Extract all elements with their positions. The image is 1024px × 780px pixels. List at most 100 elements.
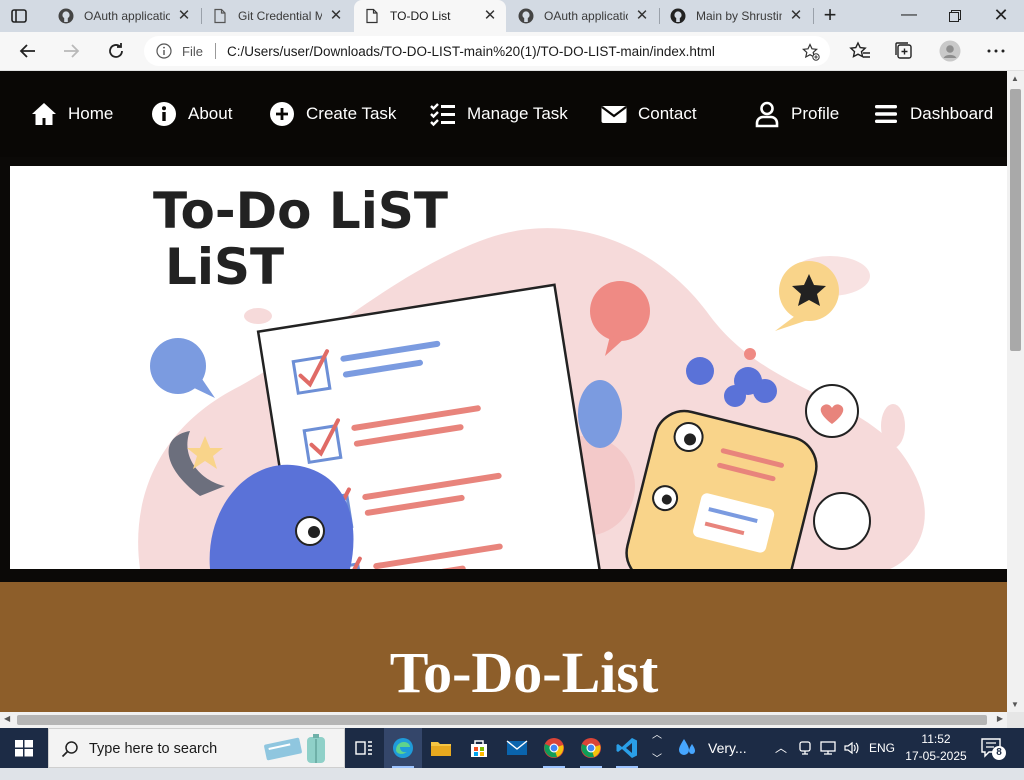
new-tab-button[interactable]: + — [818, 4, 842, 28]
task-view-icon — [353, 737, 375, 759]
store-icon — [468, 737, 490, 759]
url-text[interactable]: C:/Users/user/Downloads/TO-DO-LIST-main%… — [227, 44, 715, 59]
volume-icon[interactable] — [843, 740, 859, 756]
scrollbar-thumb[interactable] — [17, 715, 987, 725]
menu-icon — [872, 100, 900, 128]
tab-oauth-2[interactable]: OAuth applicatio ✕ — [508, 0, 658, 32]
scrollbar-corner — [1007, 712, 1024, 728]
document-icon — [212, 8, 228, 24]
hero-title-line1: To-Do LiST — [153, 182, 448, 240]
clock-date: 17-05-2025 — [904, 748, 968, 765]
github-icon — [58, 8, 74, 24]
windows-taskbar: Type here to search ︿ ﹀ Very... ︿ — [0, 728, 1024, 768]
nav-label: Dashboard — [910, 104, 993, 124]
taskbar-store[interactable] — [460, 728, 498, 768]
nav-create-task[interactable]: Create Task — [268, 99, 396, 129]
more-options-icon[interactable] — [985, 40, 1007, 62]
windows-logo-icon — [0, 728, 48, 768]
taskbar-vscode[interactable] — [608, 728, 646, 768]
address-divider — [215, 43, 216, 59]
show-hidden-icons[interactable]: ︿ — [772, 728, 790, 768]
tab-actions-icon[interactable] — [10, 7, 28, 25]
nav-profile[interactable]: Profile — [753, 99, 839, 129]
mail-icon — [506, 737, 528, 759]
tab-title: Git Credential M — [238, 9, 322, 23]
forward-icon[interactable] — [60, 40, 82, 62]
tab-divider — [813, 8, 814, 24]
system-clock[interactable]: 11:52 17-05-2025 — [904, 731, 968, 765]
vscode-icon — [616, 737, 638, 759]
minimize-button[interactable]: — — [886, 0, 932, 32]
taskbar-chrome-1[interactable] — [535, 728, 573, 768]
info-icon — [150, 100, 178, 128]
chevron-down-icon[interactable]: ﹀ — [652, 740, 662, 780]
info-icon[interactable] — [156, 43, 172, 59]
close-icon[interactable]: ✕ — [788, 8, 804, 24]
page-viewport: Home About Create Task Manage Task Conta… — [0, 71, 1007, 712]
taskbar-scroll-arrows[interactable]: ︿ ﹀ — [648, 728, 664, 768]
nav-dashboard[interactable]: Dashboard — [872, 99, 993, 129]
taskbar-mail[interactable] — [498, 728, 536, 768]
address-bar[interactable]: File C:/Users/user/Downloads/TO-DO-LIST-… — [144, 36, 830, 66]
intro-section: To-Do-List — [0, 582, 1007, 712]
github-icon — [518, 8, 534, 24]
scrollbar-thumb[interactable] — [1010, 89, 1021, 351]
refresh-icon[interactable] — [105, 40, 127, 62]
nav-contact[interactable]: Contact — [600, 99, 697, 129]
language-indicator[interactable]: ENG — [866, 728, 898, 768]
weather-widget[interactable]: Very... — [668, 728, 768, 768]
start-button[interactable] — [0, 728, 48, 768]
task-view-button[interactable] — [345, 728, 383, 768]
back-icon[interactable] — [17, 40, 39, 62]
hero-banner: To-Do LiST LiST — [10, 166, 1007, 569]
scroll-right-icon[interactable]: ▶ — [997, 714, 1003, 723]
scroll-left-icon[interactable]: ◀ — [4, 714, 10, 723]
notification-badge: 8 — [992, 746, 1006, 760]
search-highlight-image — [261, 733, 341, 765]
close-icon[interactable]: ✕ — [176, 8, 192, 24]
nav-label: Manage Task — [467, 104, 568, 124]
taskbar-chrome-2[interactable] — [572, 728, 610, 768]
close-icon[interactable]: ✕ — [482, 8, 498, 24]
taskbar-edge[interactable] — [384, 728, 422, 768]
notification-center[interactable]: 8 — [980, 736, 1006, 760]
taskbar-search[interactable]: Type here to search — [48, 728, 345, 768]
close-icon[interactable]: ✕ — [328, 8, 344, 24]
page-title: To-Do-List — [0, 639, 1007, 706]
folder-icon — [430, 737, 452, 759]
scroll-down-icon[interactable]: ▼ — [1011, 700, 1019, 709]
scheme-label: File — [182, 44, 203, 59]
nav-manage-task[interactable]: Manage Task — [429, 99, 568, 129]
tab-git-credential[interactable]: Git Credential M ✕ — [202, 0, 352, 32]
tab-oauth-1[interactable]: OAuth applicatio ✕ — [48, 0, 200, 32]
add-favorite-icon[interactable] — [802, 43, 820, 61]
restore-icon — [949, 10, 961, 22]
todo-illustration: To-Do LiST LiST — [10, 166, 1007, 569]
user-icon — [753, 100, 781, 128]
meet-now-icon[interactable] — [798, 740, 812, 756]
favorites-icon[interactable] — [849, 40, 871, 62]
restore-button[interactable] — [932, 0, 978, 32]
site-navbar: Home About Create Task Manage Task Conta… — [0, 71, 1007, 157]
collections-icon[interactable] — [893, 40, 915, 62]
scroll-up-icon[interactable]: ▲ — [1011, 74, 1019, 83]
nav-label: About — [188, 104, 232, 124]
chrome-icon — [580, 737, 602, 759]
taskbar-file-explorer[interactable] — [422, 728, 460, 768]
chevron-up-icon: ︿ — [775, 741, 787, 755]
close-window-button[interactable]: ✕ — [978, 0, 1024, 32]
close-icon[interactable]: ✕ — [634, 8, 650, 24]
document-icon — [364, 8, 380, 24]
nav-label: Profile — [791, 104, 839, 124]
edge-icon — [392, 737, 414, 759]
nav-about[interactable]: About — [150, 99, 232, 129]
horizontal-scrollbar[interactable]: ◀ ▶ — [0, 712, 1007, 728]
tab-main-shrustim[interactable]: Main by Shrustim ✕ — [660, 0, 812, 32]
network-icon[interactable] — [820, 740, 836, 756]
vertical-scrollbar[interactable]: ▲ ▼ — [1007, 71, 1024, 712]
tab-todo-list[interactable]: TO-DO List ✕ — [354, 0, 506, 32]
profile-avatar-icon[interactable] — [939, 40, 961, 62]
chrome-icon — [543, 737, 565, 759]
nav-home[interactable]: Home — [30, 99, 113, 129]
home-icon — [30, 100, 58, 128]
